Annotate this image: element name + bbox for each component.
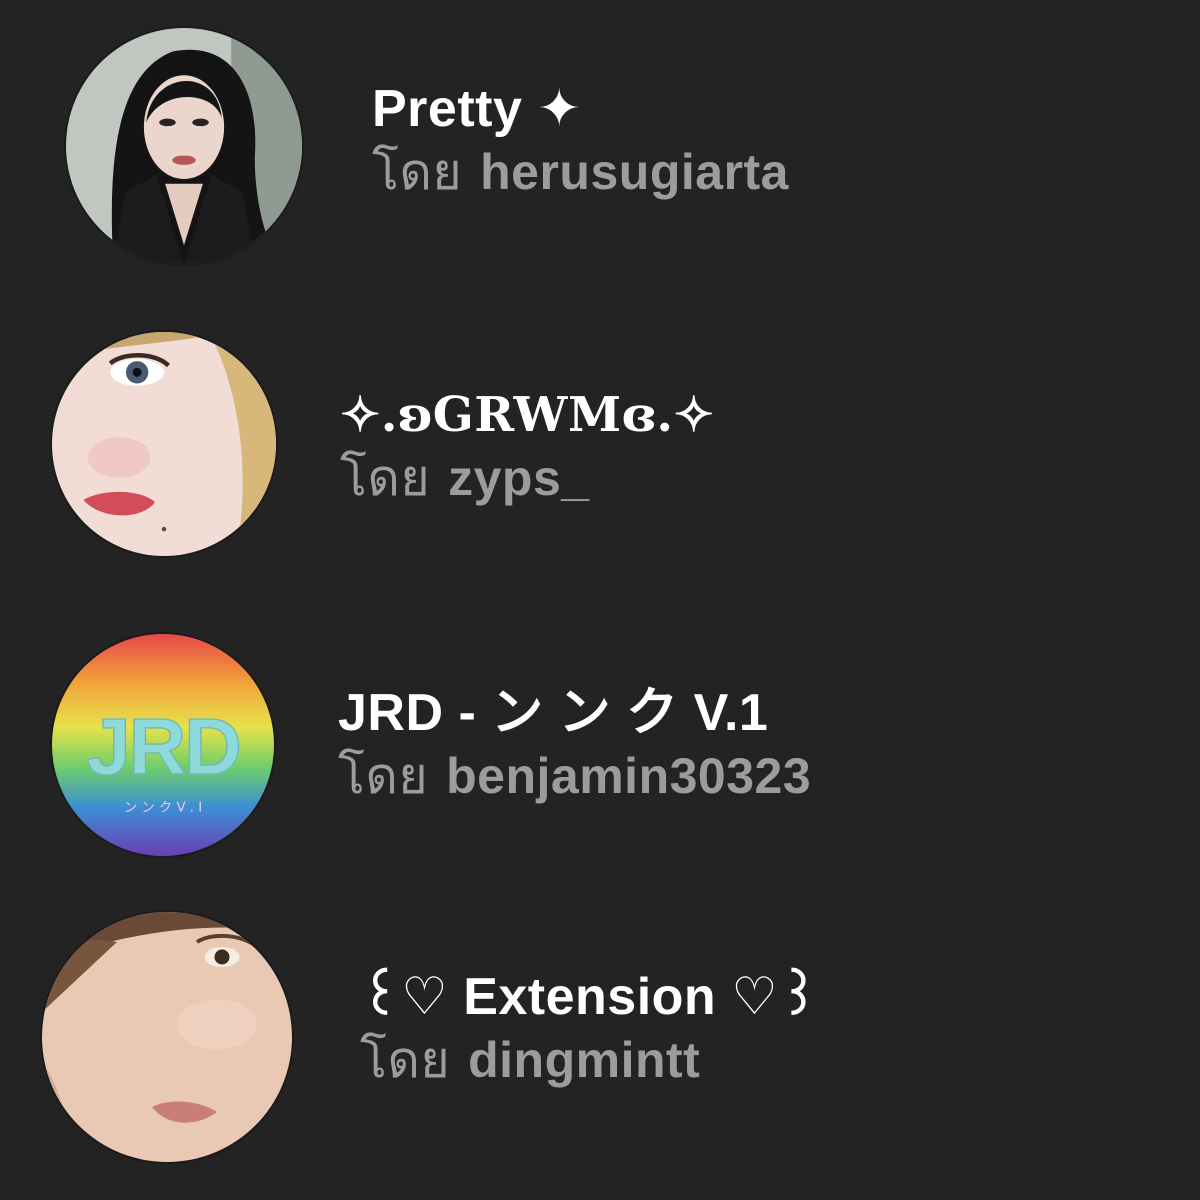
- by-prefix: โดย: [372, 143, 463, 201]
- avatar-rainbow-logo-icon: JRD ン ン ク V . I: [52, 634, 274, 856]
- playlist-title: JRD - ン ン ク V.1: [338, 684, 769, 742]
- playlist-item[interactable]: ✧.ʚGRWMɞ.✧ โดย zyps_: [0, 300, 1200, 560]
- playlist-author: โดย dingmintt: [360, 1028, 819, 1092]
- playlist-title: ✧.ʚGRWMɞ.✧: [340, 387, 715, 443]
- by-prefix: โดย: [340, 449, 431, 507]
- playlist-item[interactable]: Pretty ✦ โดย herusugiarta: [0, 0, 1200, 264]
- avatar-photo-face-closeup-icon: [52, 332, 276, 556]
- by-prefix: โดย: [360, 1031, 451, 1089]
- playlist-item[interactable]: ꒰♡ Extension ♡꒱ โดย dingmintt: [0, 900, 1200, 1162]
- playlist-item[interactable]: JRD ン ン ク V . I JRD - ン ン ク V.1 โดย benja…: [0, 600, 1200, 860]
- avatar-photo-face-smile-icon: [42, 912, 292, 1162]
- playlist-author: โดย herusugiarta: [372, 140, 789, 204]
- author-name: zyps_: [448, 450, 590, 506]
- playlist-title: ꒰♡ Extension ♡꒱: [360, 968, 820, 1026]
- avatar-photo-woman-dark-hair-icon: [66, 28, 302, 264]
- playlist-list: Pretty ✦ โดย herusugiarta ✧.ʚGRWMɞ.✧ โดย…: [0, 0, 1200, 1200]
- by-prefix: โดย: [338, 747, 429, 805]
- author-name: benjamin30323: [446, 748, 812, 804]
- playlist-title: Pretty ✦: [372, 80, 582, 138]
- avatar-logo-text: JRD: [86, 702, 239, 791]
- author-name: herusugiarta: [480, 144, 789, 200]
- playlist-author: โดย benjamin30323: [338, 744, 811, 808]
- playlist-author: โดย zyps_: [340, 446, 714, 510]
- author-name: dingmintt: [468, 1032, 701, 1088]
- avatar-logo-subtext: ン ン ク V . I: [124, 800, 202, 816]
